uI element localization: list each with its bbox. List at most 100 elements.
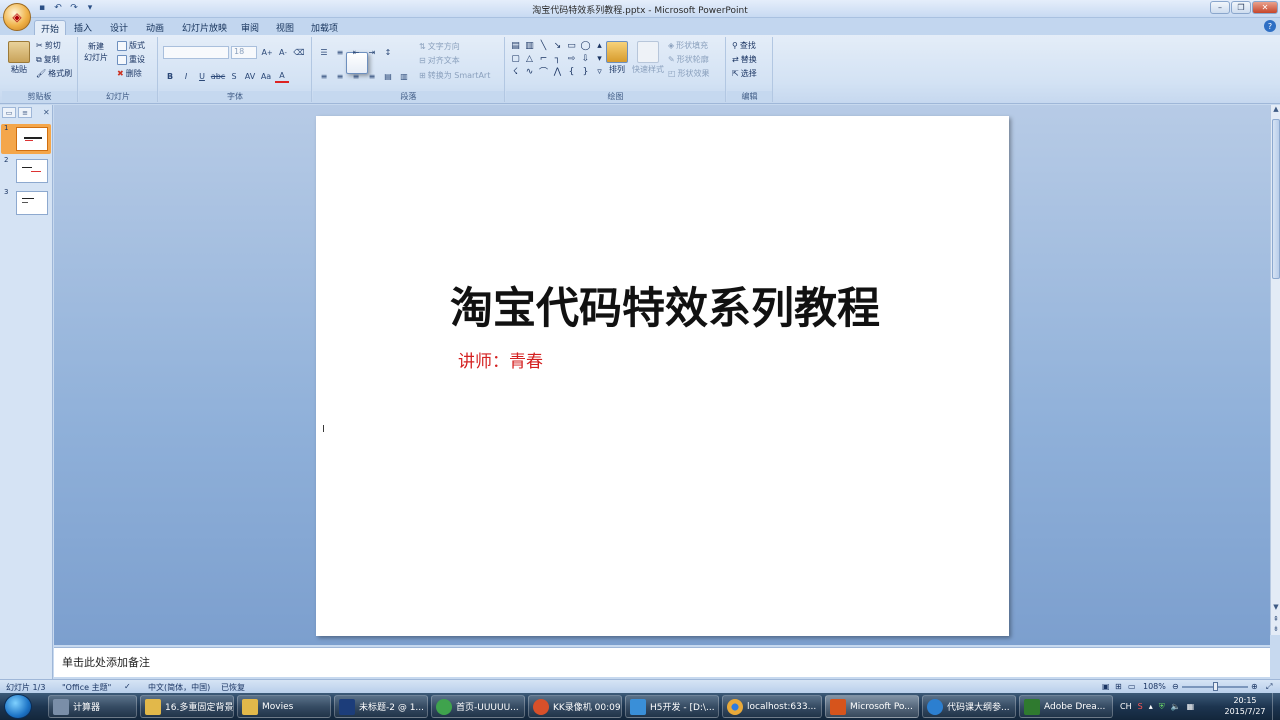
font-size-combo[interactable]: 18 (231, 46, 257, 59)
brace-left-shape-icon[interactable]: { (566, 66, 577, 77)
elbow-shape-icon[interactable]: ⌐ (538, 53, 549, 64)
textbox-shape-icon[interactable]: ▤ (510, 40, 521, 51)
sogou-icon[interactable]: S (1138, 702, 1143, 711)
shape-outline-button[interactable]: ✎ 形状轮廓 (668, 54, 709, 65)
replace-button[interactable]: ⇄ 替换 (732, 54, 757, 65)
language-status[interactable]: 中文(简体，中国) (148, 682, 210, 693)
clear-format-icon[interactable]: ⌫ (292, 46, 306, 59)
close-button[interactable]: ✕ (1252, 1, 1278, 14)
arrow-line-shape-icon[interactable]: ↘ (552, 40, 563, 51)
input-language[interactable]: CH (1120, 702, 1132, 711)
tab-home[interactable]: 开始 (34, 20, 67, 35)
zoom-slider-knob[interactable] (1213, 682, 1218, 691)
notes-placeholder[interactable]: 单击此处添加备注 (62, 654, 150, 670)
shapes-expand-icon[interactable]: ▿ (594, 66, 605, 77)
scroll-up-icon[interactable]: ▲ (1271, 105, 1280, 115)
line-spacing-icon[interactable]: ↕ (381, 46, 395, 59)
slides-tab-icon[interactable]: ▭ (2, 107, 16, 118)
fit-window-icon[interactable]: ⤢ (1266, 682, 1272, 692)
more-shapes-up-icon[interactable]: ▴ (594, 40, 605, 51)
more-shapes-down-icon[interactable]: ▾ (594, 53, 605, 64)
tab-view[interactable]: 视图 (270, 20, 300, 35)
shadow-icon[interactable]: S (227, 70, 241, 83)
taskbar-item-h5-editor[interactable]: H5开发 - [D:\... (625, 695, 719, 718)
vertical-scrollbar[interactable]: ▲ ▼ ⇞ ⇟ (1270, 105, 1280, 635)
help-icon[interactable]: ? (1264, 20, 1276, 32)
slide-thumbnail-1[interactable]: 1 (1, 124, 51, 154)
text-direction-button[interactable]: ⇅ 文字方向 (419, 41, 460, 52)
zoom-level[interactable]: 108% (1143, 682, 1166, 691)
align-center-icon[interactable]: ≡ (333, 70, 347, 83)
align-left-icon[interactable]: ≡ (317, 70, 331, 83)
connector-shape-icon[interactable]: ┐ (552, 53, 563, 64)
bold-icon[interactable]: B (163, 70, 177, 83)
prev-slide-icon[interactable]: ⇞ (1271, 615, 1280, 625)
curve-shape-icon[interactable]: ⋀ (552, 66, 563, 77)
zoom-in-icon[interactable]: ⊕ (1251, 682, 1258, 691)
oval-shape-icon[interactable]: ◯ (580, 40, 591, 51)
start-button[interactable] (4, 694, 32, 719)
taskbar-item-ie[interactable]: 代码课大纲参... (922, 695, 1016, 718)
slide-canvas[interactable]: 淘宝代码特效系列教程 讲师：青春 I (316, 116, 1009, 636)
select-button[interactable]: ⇱ 选择 (732, 68, 757, 79)
justify-icon[interactable]: ≡ (365, 70, 379, 83)
taskbar-item-folder-bg[interactable]: 16.多重固定背景 (140, 695, 234, 718)
down-arrow-shape-icon[interactable]: ⇩ (580, 53, 591, 64)
show-desktop-button[interactable] (1272, 693, 1280, 720)
brace-right-shape-icon[interactable]: } (580, 66, 591, 77)
minimize-button[interactable]: – (1210, 1, 1230, 14)
tab-animations[interactable]: 动画 (140, 20, 170, 35)
s-curve-shape-icon[interactable]: ∿ (524, 66, 535, 77)
taskbar-item-dreamweaver[interactable]: Adobe Drea... (1019, 695, 1113, 718)
font-name-combo[interactable] (163, 46, 229, 59)
shield-icon[interactable]: ⛨ (1159, 702, 1165, 712)
tab-design[interactable]: 设计 (104, 20, 134, 35)
slideshow-view-icon[interactable]: ▭ (1128, 682, 1136, 691)
vtextbox-shape-icon[interactable]: ▥ (524, 40, 535, 51)
change-case-icon[interactable]: Aa (259, 70, 273, 83)
line-shape-icon[interactable]: ╲ (538, 40, 549, 51)
bullets-icon[interactable]: ☰ (317, 46, 331, 59)
format-painter-button[interactable]: 🖌 格式刷 (36, 68, 72, 79)
clock[interactable]: 20:15 2015/7/27 (1222, 695, 1268, 717)
numbering-icon[interactable]: ≡ (333, 46, 347, 59)
volume-icon[interactable]: 🔈 (1171, 702, 1181, 711)
pane-close-icon[interactable]: ✕ (43, 108, 50, 117)
scroll-down-icon[interactable]: ▼ (1271, 603, 1280, 613)
taskbar-item-chrome[interactable]: localhost:633... (722, 695, 822, 718)
taskbar-item-calculator[interactable]: 计算器 (48, 695, 137, 718)
scrollbar-thumb[interactable] (1272, 119, 1280, 279)
char-spacing-icon[interactable]: AV (243, 70, 257, 83)
office-button[interactable]: ◈ (3, 3, 31, 31)
arc-shape-icon[interactable]: ⌒ (538, 66, 549, 78)
slide-thumbnail-2[interactable]: 2 (1, 156, 51, 186)
lightning-shape-icon[interactable]: ☇ (510, 66, 521, 77)
slide-title[interactable]: 淘宝代码特效系列教程 (316, 274, 1009, 336)
shape-effects-button[interactable]: ◰ 形状效果 (668, 68, 710, 79)
slide-thumbnail-3[interactable]: 3 (1, 188, 51, 218)
tab-slideshow[interactable]: 幻灯片放映 (176, 20, 233, 35)
reset-button[interactable]: 重设 (117, 54, 145, 65)
round-rect-shape-icon[interactable]: ▢ (510, 53, 521, 64)
copy-button[interactable]: ⧉ 复制 (36, 54, 60, 65)
rect-shape-icon[interactable]: ▭ (566, 40, 577, 51)
shapes-gallery[interactable]: ▤ ▥ ╲ ↘ ▭ ◯ ▴ ▢ △ ⌐ ┐ ⇨ ⇩ ▾ ☇ ∿ ⌒ ⋀ { } … (510, 40, 606, 79)
shape-fill-button[interactable]: ◈ 形状填充 (668, 40, 708, 51)
taskbar-item-browser[interactable]: 首页-UUUUU... (431, 695, 525, 718)
columns-icon[interactable]: ▥ (397, 70, 411, 83)
align-text-button[interactable]: ⊟ 对齐文本 (419, 55, 460, 66)
taskbar-item-powerpoint[interactable]: Microsoft Po... (825, 695, 919, 718)
taskbar-item-movies[interactable]: Movies (237, 695, 331, 718)
maximize-button[interactable]: ❐ (1231, 1, 1251, 14)
font-color-icon[interactable]: A (275, 70, 289, 83)
delete-slide-button[interactable]: ✖ 删除 (117, 68, 142, 79)
taskbar-item-photoshop[interactable]: 未标题-2 @ 1... (334, 695, 428, 718)
outline-tab-icon[interactable]: ≡ (18, 107, 32, 118)
decrease-indent-icon[interactable]: ⇤ (349, 46, 363, 59)
zoom-out-icon[interactable]: ⊖ (1172, 682, 1179, 691)
show-hidden-icons[interactable]: ▴ (1149, 702, 1153, 711)
slide-subtitle[interactable]: 讲师：青春 (458, 347, 543, 372)
tab-review[interactable]: 审阅 (235, 20, 265, 35)
cut-button[interactable]: ✂ 剪切 (36, 40, 61, 51)
triangle-shape-icon[interactable]: △ (524, 53, 535, 64)
